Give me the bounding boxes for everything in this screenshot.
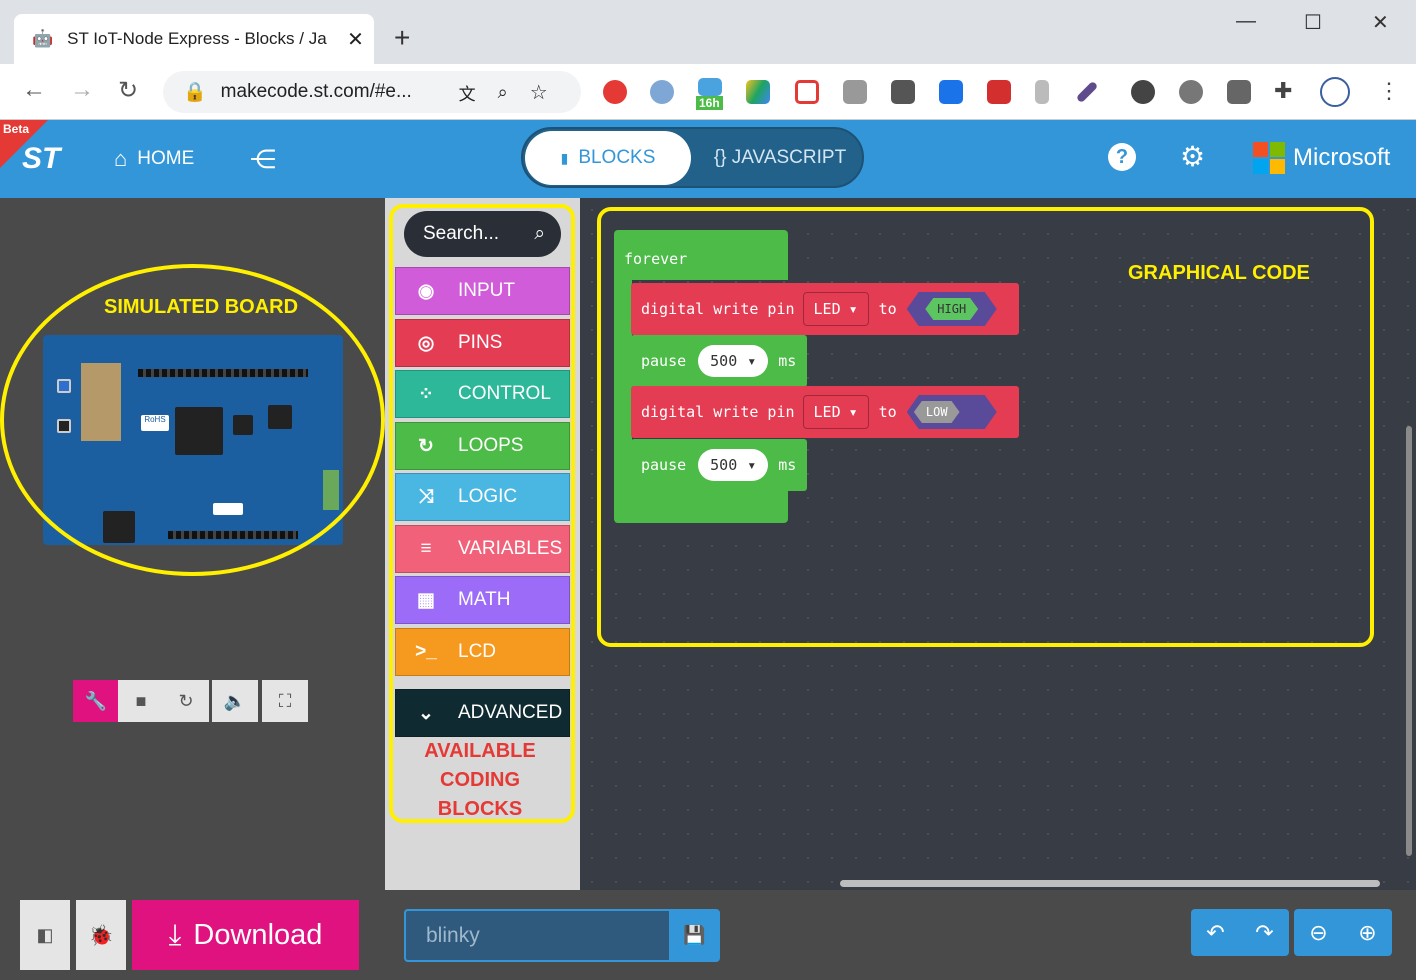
close-window-icon[interactable]: ✕	[1372, 10, 1389, 35]
maximize-icon[interactable]: ☐	[1304, 10, 1322, 35]
tab-title: ST IoT-Node Express - Blocks / Ja	[67, 29, 327, 48]
download-button[interactable]: ⤓ Download	[132, 900, 359, 970]
extension-icon[interactable]	[650, 80, 674, 104]
restart-button[interactable]: ↻	[163, 680, 209, 722]
simulator-annotation: SIMULATED BOARD	[102, 296, 301, 319]
annotation-line: CODING	[440, 769, 520, 791]
help-icon[interactable]: ?	[1108, 143, 1136, 171]
drive-extension-icon[interactable]	[746, 80, 770, 104]
bookmark-star-icon[interactable]: ☆	[530, 80, 548, 105]
share-icon[interactable]: ⋲	[250, 144, 276, 175]
download-label: Download	[193, 918, 323, 951]
redo-button[interactable]: ↷	[1240, 909, 1289, 956]
undo-button[interactable]: ↶	[1191, 909, 1240, 956]
download-icon: ⤓	[168, 918, 182, 951]
microsoft-logo[interactable]: Microsoft	[1253, 142, 1390, 174]
javascript-label: {} JAVASCRIPT	[713, 147, 847, 168]
blocks-tab[interactable]: ▮ BLOCKS	[525, 131, 691, 185]
home-label: HOME	[137, 148, 195, 169]
st-logo[interactable]: ST	[22, 142, 60, 176]
annotation-line: BLOCKS	[437, 798, 523, 820]
tab-close-icon[interactable]: ✕	[347, 27, 364, 52]
extension-icon[interactable]	[1179, 80, 1203, 104]
robot-favicon-icon: 🤖	[32, 29, 54, 48]
browser-menu-icon[interactable]: ⋮	[1378, 78, 1400, 104]
extension-badge: 16h	[696, 96, 723, 110]
bug-icon: 🐞	[88, 924, 114, 947]
home-button[interactable]: ⌂ HOME	[114, 146, 194, 172]
puzzle-extensions-icon[interactable]: ✚	[1274, 78, 1292, 104]
lightning-extension-icon[interactable]	[1035, 80, 1049, 104]
collapse-icon: ◧	[36, 924, 54, 945]
save-button[interactable]: 💾	[669, 909, 720, 962]
shield-extension-icon[interactable]	[1227, 80, 1251, 104]
beta-label: Beta	[3, 122, 30, 136]
reload-icon[interactable]: ↻	[118, 76, 138, 105]
adblock-extension-icon[interactable]	[603, 80, 627, 104]
lock-icon: 🔒	[183, 82, 207, 103]
microsoft-label: Microsoft	[1293, 144, 1391, 171]
translate-icon[interactable]: 文	[459, 80, 476, 105]
mute-button[interactable]: 🔈	[212, 680, 258, 722]
gmail-extension-icon[interactable]	[795, 80, 819, 104]
gear-icon[interactable]: ⚙	[1180, 140, 1205, 173]
extension-icon[interactable]	[939, 80, 963, 104]
extension-icon[interactable]	[1131, 80, 1155, 104]
wrench-icon[interactable]: 🔧	[73, 680, 119, 722]
browser-tab[interactable]: 🤖 ST IoT-Node Express - Blocks / Ja ✕	[14, 14, 374, 64]
annotation-line: AVAILABLE	[424, 740, 536, 762]
url-text: makecode.st.com/#e...	[220, 81, 412, 102]
extension-icon[interactable]	[987, 80, 1011, 104]
zoom-in-button[interactable]: ⊕	[1343, 909, 1392, 956]
forward-icon[interactable]: →	[70, 76, 94, 104]
profile-avatar[interactable]	[1320, 77, 1350, 107]
debug-button[interactable]: 🐞	[76, 900, 126, 970]
minimize-icon[interactable]: —	[1236, 10, 1256, 33]
blocks-label: BLOCKS	[578, 147, 656, 168]
back-icon[interactable]: ←	[22, 76, 46, 104]
fullscreen-button[interactable]: ⛶	[262, 680, 308, 722]
toolbox-annotation: AVAILABLE CODING BLOCKS	[400, 737, 560, 824]
zoom-icon[interactable]: ⌕	[498, 82, 508, 103]
new-tab-button[interactable]: +	[394, 22, 410, 54]
workspace-annotation: GRAPHICAL CODE	[1128, 262, 1310, 284]
zoom-out-button[interactable]: ⊖	[1294, 909, 1343, 956]
collapse-simulator-button[interactable]: ◧	[20, 900, 70, 970]
save-icon: 💾	[683, 925, 706, 945]
horizontal-scrollbar[interactable]	[840, 880, 1380, 887]
javascript-tab[interactable]: {} JAVASCRIPT	[700, 131, 860, 185]
toolbox-annotation-frame	[389, 204, 575, 823]
address-bar[interactable]: 🔒 makecode.st.com/#e... 文 ⌕ ☆	[163, 71, 581, 113]
extension-icon[interactable]	[891, 80, 915, 104]
puzzle-icon: ▮	[560, 149, 569, 166]
home-icon: ⌂	[114, 146, 128, 171]
vertical-scrollbar[interactable]	[1406, 426, 1412, 856]
project-name-input[interactable]: blinky	[404, 909, 670, 962]
stop-button[interactable]: ■	[118, 680, 164, 722]
dropbox-extension-icon[interactable]	[843, 80, 867, 104]
calendar-extension-icon[interactable]	[698, 78, 722, 96]
microsoft-squares-icon	[1253, 142, 1285, 174]
